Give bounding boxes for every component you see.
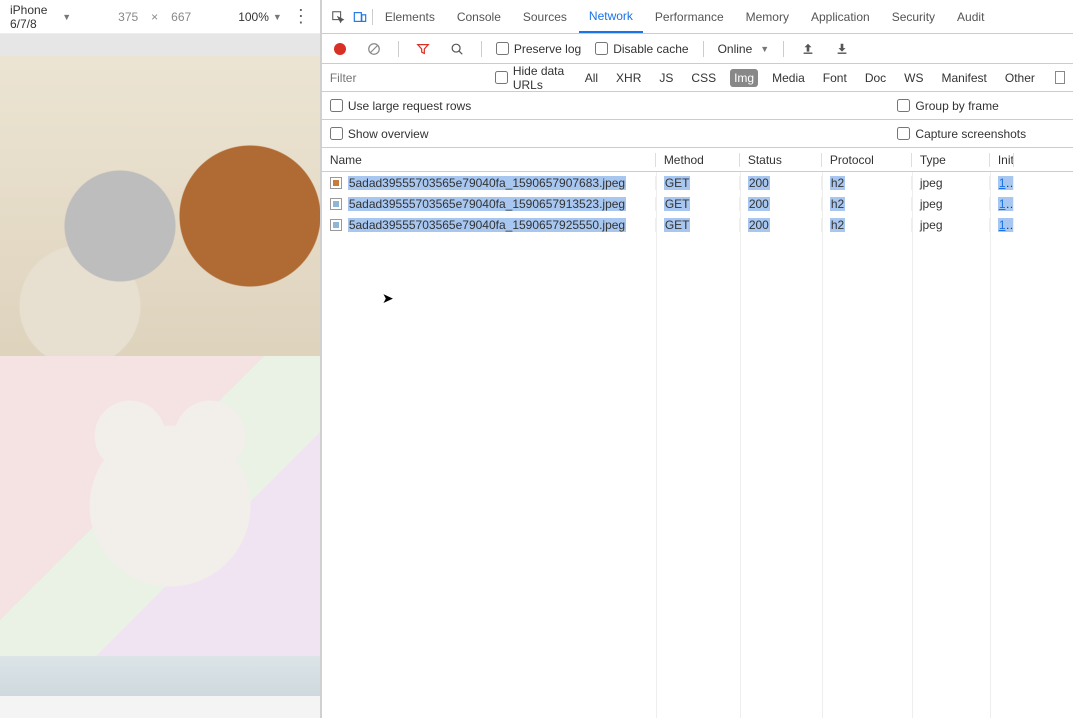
- chevron-down-icon: ▼: [760, 44, 769, 54]
- preserve-log-checkbox[interactable]: Preserve log: [496, 42, 581, 56]
- filter-ws[interactable]: WS: [900, 69, 927, 87]
- preview-image-3: [0, 656, 320, 696]
- tab-sources[interactable]: Sources: [513, 0, 577, 33]
- show-overview-checkbox[interactable]: Show overview: [330, 127, 429, 141]
- type-filters: All XHR JS CSS Img Media Font Doc WS Man…: [581, 69, 1039, 87]
- network-row[interactable]: 5adad39555703565e79040fa_1590657913523.j…: [322, 193, 1073, 214]
- filter-icon[interactable]: [413, 39, 433, 59]
- row-method: GET: [664, 197, 691, 211]
- filter-media[interactable]: Media: [768, 69, 809, 87]
- capture-screenshots-checkbox[interactable]: Capture screenshots: [897, 127, 1026, 141]
- preview-image-2: [0, 356, 320, 656]
- row-protocol: h2: [830, 197, 845, 211]
- times-icon: ×: [151, 10, 158, 24]
- options-row-1: Use large request rows Group by frame: [322, 92, 1073, 120]
- device-select-label: iPhone 6/7/8: [10, 3, 57, 31]
- network-toolbar: Preserve log Disable cache Online ▼: [322, 34, 1073, 64]
- filter-css[interactable]: CSS: [687, 69, 720, 87]
- th-method[interactable]: Method: [656, 153, 740, 167]
- devtools-tabbar: Elements Console Sources Network Perform…: [322, 0, 1073, 34]
- row-protocol: h2: [830, 176, 845, 190]
- chevron-down-icon: ▼: [273, 12, 282, 22]
- row-initiator[interactable]: 1.h: [998, 218, 1014, 232]
- chevron-down-icon: ▼: [62, 12, 71, 22]
- row-type: jpeg: [920, 176, 943, 190]
- devtools-panel: Elements Console Sources Network Perform…: [321, 0, 1073, 718]
- device-preview-pane: iPhone 6/7/8 ▼ 375 × 667 100% ▼ ⋮: [0, 0, 321, 718]
- filter-font[interactable]: Font: [819, 69, 851, 87]
- row-type: jpeg: [920, 197, 943, 211]
- th-protocol[interactable]: Protocol: [822, 153, 912, 167]
- toggle-device-icon[interactable]: [350, 7, 370, 27]
- more-options-icon[interactable]: ⋮: [292, 6, 310, 27]
- device-page-content: [0, 56, 320, 696]
- device-toolbar: iPhone 6/7/8 ▼ 375 × 667 100% ▼ ⋮: [0, 0, 320, 34]
- device-width[interactable]: 375: [111, 10, 145, 24]
- disable-cache-checkbox[interactable]: Disable cache: [595, 42, 688, 56]
- row-method: GET: [664, 176, 691, 190]
- file-icon: [330, 177, 342, 189]
- network-row[interactable]: 5adad39555703565e79040fa_1590657907683.j…: [322, 172, 1073, 193]
- tab-audits[interactable]: Audit: [947, 0, 994, 33]
- filter-img[interactable]: Img: [730, 69, 758, 87]
- file-icon: [330, 198, 342, 210]
- cursor-icon: ➤: [382, 290, 394, 307]
- zoom-label: 100%: [238, 10, 269, 24]
- filter-all[interactable]: All: [581, 69, 602, 87]
- row-name: 5adad39555703565e79040fa_1590657925550.j…: [348, 218, 626, 232]
- device-select[interactable]: iPhone 6/7/8 ▼: [10, 3, 71, 31]
- tab-console[interactable]: Console: [447, 0, 511, 33]
- filter-xhr[interactable]: XHR: [612, 69, 645, 87]
- row-method: GET: [664, 218, 691, 232]
- row-type: jpeg: [920, 218, 943, 232]
- tab-security[interactable]: Security: [882, 0, 945, 33]
- row-protocol: h2: [830, 218, 845, 232]
- upload-har-icon[interactable]: [798, 39, 818, 59]
- row-status: 200: [748, 197, 770, 211]
- tab-elements[interactable]: Elements: [375, 0, 445, 33]
- download-har-icon[interactable]: [832, 39, 852, 59]
- tab-memory[interactable]: Memory: [736, 0, 799, 33]
- filter-bar: Hide data URLs All XHR JS CSS Img Media …: [322, 64, 1073, 92]
- file-icon: [330, 219, 342, 231]
- filter-doc[interactable]: Doc: [861, 69, 890, 87]
- filter-js[interactable]: JS: [655, 69, 677, 87]
- th-initiator[interactable]: Initi: [990, 153, 1014, 167]
- device-dimensions: 375 × 667: [111, 10, 198, 24]
- inspect-element-icon[interactable]: [328, 7, 348, 27]
- filter-input[interactable]: [330, 71, 485, 85]
- zoom-select[interactable]: 100% ▼: [238, 10, 282, 24]
- filter-other[interactable]: Other: [1001, 69, 1039, 87]
- network-table-header: Name Method Status Protocol Type Initi: [322, 148, 1073, 172]
- tab-performance[interactable]: Performance: [645, 0, 734, 33]
- row-initiator[interactable]: 1.h: [998, 176, 1014, 190]
- group-by-frame-checkbox[interactable]: Group by frame: [897, 99, 998, 113]
- clear-button[interactable]: [364, 39, 384, 59]
- th-type[interactable]: Type: [912, 153, 990, 167]
- network-table-body: 5adad39555703565e79040fa_1590657907683.j…: [322, 172, 1073, 718]
- filter-extra-checkbox[interactable]: [1055, 71, 1065, 84]
- tab-network[interactable]: Network: [579, 0, 643, 33]
- row-status: 200: [748, 218, 770, 232]
- th-status[interactable]: Status: [740, 153, 822, 167]
- use-large-rows-checkbox[interactable]: Use large request rows: [330, 99, 471, 113]
- row-name: 5adad39555703565e79040fa_1590657913523.j…: [348, 197, 626, 211]
- device-height[interactable]: 667: [164, 10, 198, 24]
- th-name[interactable]: Name: [322, 153, 656, 167]
- record-button[interactable]: [330, 39, 350, 59]
- row-initiator[interactable]: 1.h: [998, 197, 1014, 211]
- tab-application[interactable]: Application: [801, 0, 880, 33]
- row-status: 200: [748, 176, 770, 190]
- network-row[interactable]: 5adad39555703565e79040fa_1590657925550.j…: [322, 214, 1073, 235]
- device-url-bar[interactable]: [0, 34, 320, 56]
- preview-image-1: [0, 56, 320, 356]
- filter-manifest[interactable]: Manifest: [938, 69, 991, 87]
- device-viewport[interactable]: [0, 34, 320, 718]
- hide-data-urls-checkbox[interactable]: Hide data URLs: [495, 64, 571, 92]
- throttling-select[interactable]: Online ▼: [718, 42, 770, 56]
- row-name: 5adad39555703565e79040fa_1590657907683.j…: [348, 176, 626, 190]
- options-row-2: Show overview Capture screenshots: [322, 120, 1073, 148]
- search-icon[interactable]: [447, 39, 467, 59]
